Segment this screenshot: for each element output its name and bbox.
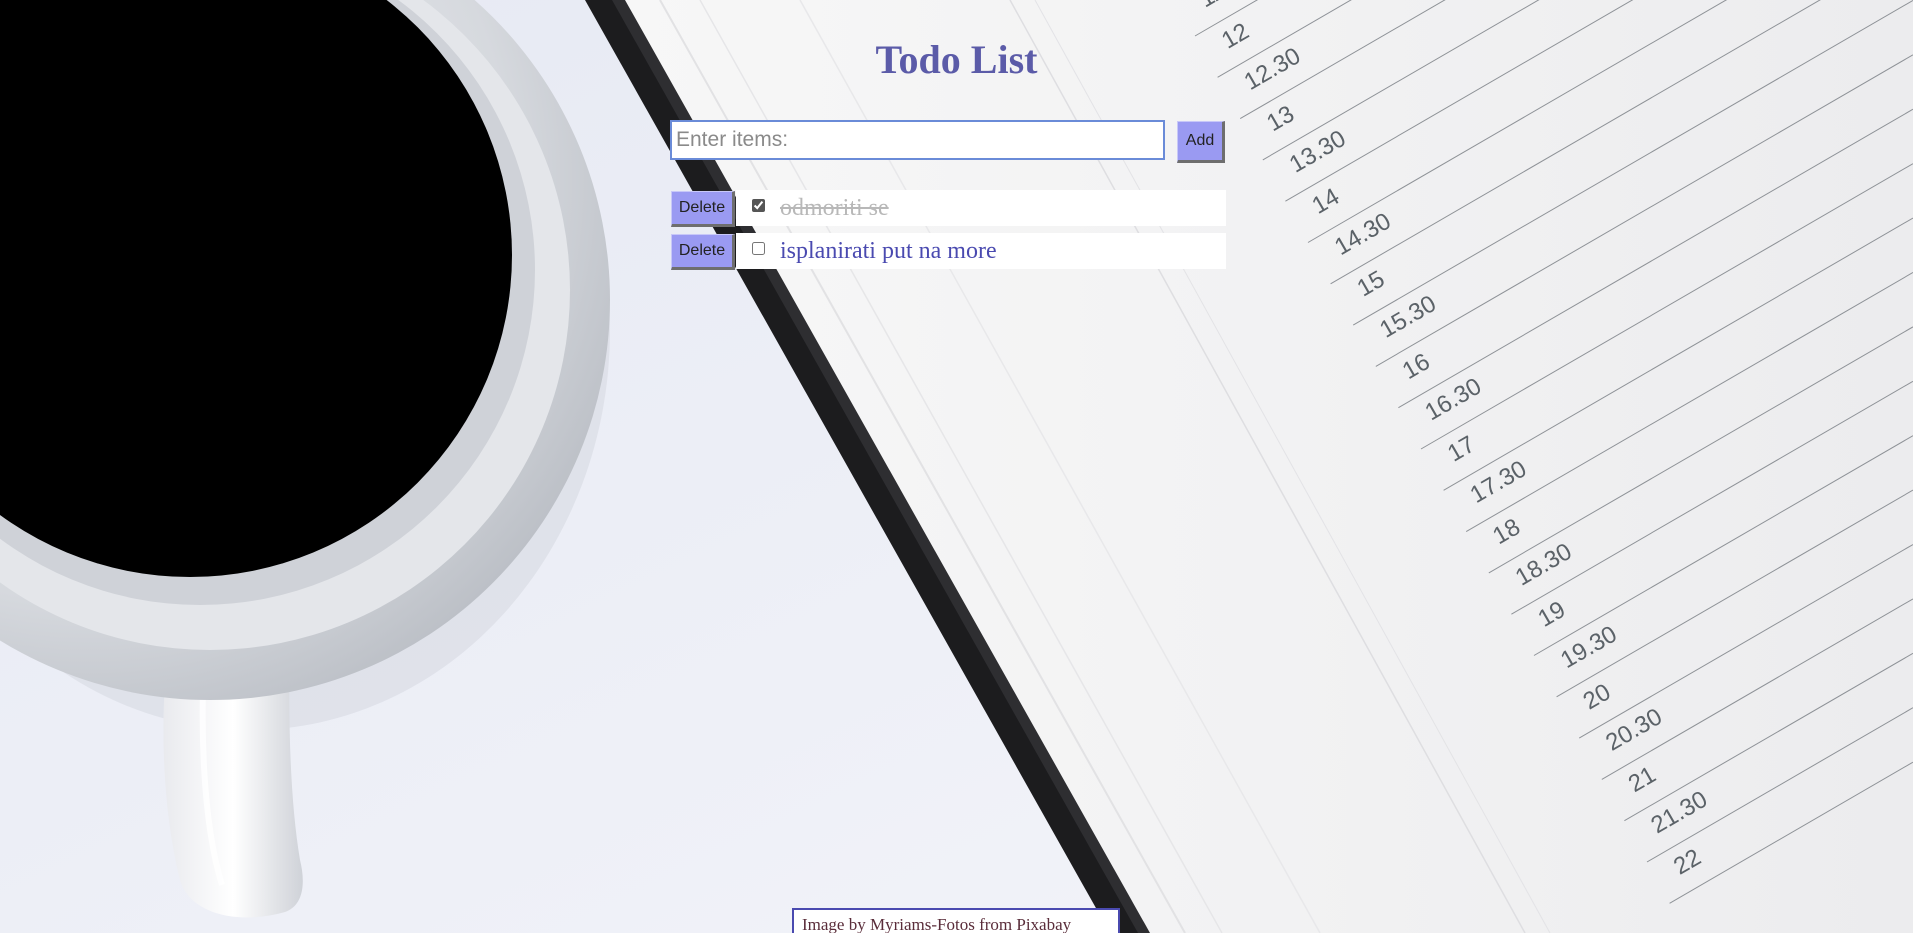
add-button[interactable]: Add	[1177, 121, 1225, 163]
todo-list: Delete odmoriti se Delete isplanirati pu…	[670, 190, 1230, 276]
todo-row: Delete isplanirati put na more	[670, 233, 1230, 271]
todo-text: odmoriti se	[780, 195, 889, 221]
delete-button[interactable]: Delete	[671, 234, 735, 270]
page-title: Todo List	[875, 37, 1038, 82]
todo-checkbox[interactable]	[752, 199, 765, 212]
todo-app: Todo List Add Delete odmoriti se Delete …	[0, 0, 1913, 933]
delete-button[interactable]: Delete	[671, 191, 735, 227]
item-input[interactable]	[670, 120, 1165, 160]
todo-row: Delete odmoriti se	[670, 190, 1230, 228]
image-credit: Image by Myriams-Fotos from Pixabay	[792, 908, 1120, 933]
todo-text: isplanirati put na more	[780, 238, 997, 264]
todo-checkbox[interactable]	[752, 242, 765, 255]
